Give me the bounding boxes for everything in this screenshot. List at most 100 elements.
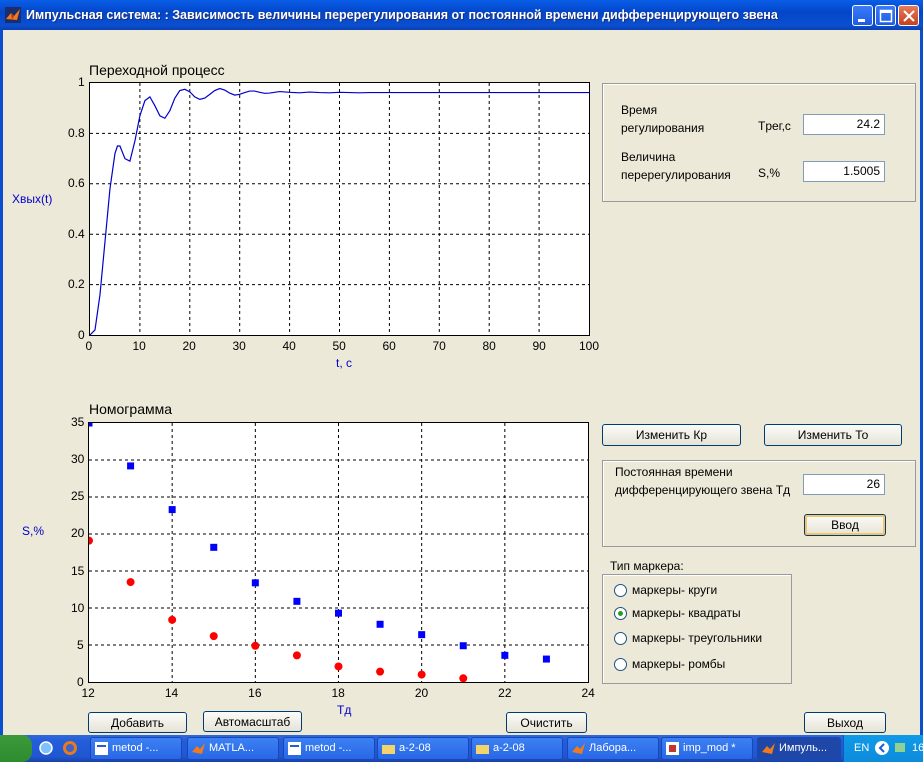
x-tick-label: 24 [581, 686, 595, 700]
circle-marker [126, 578, 135, 587]
enter-button[interactable]: Ввод [804, 514, 886, 536]
y-tick-label: 0.4 [68, 226, 85, 241]
td-label-2: дифференцирующего звена Тд [615, 483, 791, 497]
overshoot-field[interactable]: 1.5005 [803, 161, 885, 182]
plot2-ylabel: S,% [22, 524, 45, 538]
square-marker [418, 631, 426, 639]
y-tick-label: 15 [71, 563, 85, 578]
autoscale-button[interactable]: Автомасштаб [203, 711, 302, 732]
change-to-button[interactable]: Изменить То [764, 424, 902, 446]
radio-circles[interactable] [614, 584, 627, 597]
minimize-button[interactable] [852, 5, 873, 26]
taskbar-item-lab[interactable]: Лабора... [567, 737, 659, 760]
start-button[interactable] [0, 735, 32, 762]
tray-arrow-icon[interactable] [874, 740, 890, 756]
square-marker [293, 597, 301, 605]
settling-time-field[interactable]: 24.2 [803, 114, 885, 135]
folder-icon [382, 745, 395, 754]
change-kp-button[interactable]: Изменить Кр [602, 424, 741, 446]
clear-button[interactable]: Очистить [506, 712, 587, 733]
td-input[interactable]: 26 [803, 474, 885, 495]
nomogram-plot-axes[interactable] [85, 419, 589, 683]
taskbar-item-word-2[interactable]: metod -... [283, 737, 375, 760]
square-marker [335, 609, 342, 617]
square-marker [85, 419, 93, 427]
plot1-ylabel: Xвых(t) [12, 192, 53, 206]
clock: 16 [912, 742, 923, 754]
window-title: Импульсная система: : Зависимость величи… [26, 8, 778, 22]
taskbar-item-matlab[interactable]: MATLA... [187, 737, 279, 760]
settling-time-label-2: регулирования [621, 121, 705, 135]
results-panel: Время регулирования Tрег,с 24.2 Величина… [602, 83, 916, 202]
x-tick-label: 16 [248, 686, 262, 700]
y-tick-label: 25 [71, 489, 85, 504]
square-marker [376, 620, 384, 628]
taskbar-item-folder-2[interactable]: a-2-08 [471, 737, 563, 760]
radio-triangles[interactable] [614, 632, 627, 645]
square-marker [210, 543, 218, 551]
taskbar-item-folder-1[interactable]: a-2-08 [377, 737, 469, 760]
y-tick-label: 0 [77, 675, 84, 689]
taskbar-item-word-1[interactable]: metod -... [90, 737, 182, 760]
x-tick-label: 100 [579, 339, 600, 353]
x-tick-label: 14 [164, 686, 179, 700]
overshoot-label-2: перерегулирования [621, 168, 731, 182]
square-marker [251, 579, 259, 587]
x-tick-label: 50 [332, 339, 346, 353]
x-tick-label: 18 [331, 686, 345, 700]
circle-marker [209, 632, 218, 641]
y-tick-label: 0.2 [68, 277, 85, 292]
y-tick-label: 0 [78, 328, 85, 342]
matlab-icon [762, 743, 775, 754]
title-bar: Импульсная система: : Зависимость величи… [0, 0, 923, 30]
marker-type-title: Тип маркера: [610, 559, 684, 573]
taskbar-item-impulse-active[interactable]: Импуль... [757, 737, 841, 760]
circle-marker [168, 615, 177, 624]
maximize-button[interactable] [875, 5, 896, 26]
option-circles-label[interactable]: маркеры- круги [632, 582, 717, 599]
folder-icon [476, 745, 489, 754]
x-tick-label: 70 [432, 339, 446, 353]
square-marker [127, 462, 135, 470]
taskbar-item-imp-mod[interactable]: imp_mod * [661, 737, 753, 760]
option-squares-label[interactable]: маркеры- квадраты [632, 605, 741, 622]
circle-marker [334, 662, 343, 671]
network-icon[interactable] [894, 740, 908, 756]
option-diamonds-label[interactable]: маркеры- ромбы [632, 656, 725, 673]
ie-icon[interactable] [38, 740, 54, 756]
firefox-icon[interactable] [62, 740, 78, 756]
matlab-icon [192, 743, 205, 754]
option-triangles-label[interactable]: маркеры- треугольники [632, 630, 762, 647]
add-button[interactable]: Добавить [88, 712, 187, 733]
matlab-icon [572, 743, 585, 754]
circle-marker [376, 667, 385, 676]
x-tick-label: 30 [232, 339, 246, 353]
x-tick-label: 20 [414, 686, 429, 700]
x-tick-label: 90 [532, 339, 546, 353]
radio-diamonds[interactable] [614, 658, 627, 671]
x-tick-label: 20 [182, 339, 196, 353]
plot1-xlabel: t, c [336, 356, 353, 370]
y-tick-label: 5 [77, 637, 84, 652]
radio-squares[interactable] [614, 607, 627, 620]
circle-marker [417, 670, 426, 679]
x-tick-label: 60 [382, 339, 396, 353]
marker-type-group: маркеры- круги маркеры- квадраты маркеры… [602, 574, 792, 684]
transient-plot-svg [89, 83, 589, 336]
radio-selected-dot [618, 611, 623, 616]
simulink-icon [666, 742, 679, 755]
window-frame-left [0, 30, 3, 735]
y-tick-label: 35 [71, 415, 85, 429]
y-tick-label: 1 [78, 75, 85, 89]
exit-button[interactable]: Выход [804, 712, 886, 733]
transient-plot-axes[interactable] [89, 82, 590, 336]
close-button[interactable] [898, 5, 919, 26]
word-icon [288, 742, 301, 755]
td-panel: Постоянная времени дифференцирующего зве… [602, 460, 916, 547]
square-marker [168, 506, 176, 514]
x-tick-label: 80 [482, 339, 496, 353]
matlab-icon [5, 7, 21, 23]
y-tick-label: 30 [71, 452, 85, 467]
language-indicator[interactable]: EN [854, 742, 869, 754]
circle-marker [459, 674, 468, 683]
